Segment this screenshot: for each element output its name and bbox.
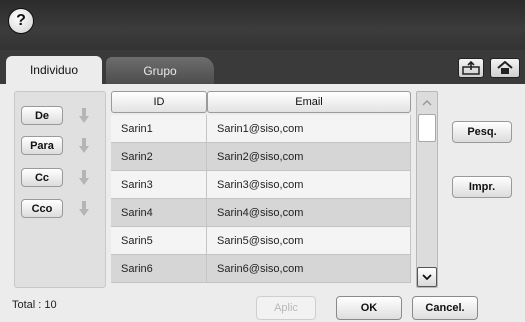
from-button[interactable]: De bbox=[21, 106, 63, 125]
scroll-down-button[interactable] bbox=[417, 267, 437, 287]
cell-email: Sarin6@siso,com bbox=[207, 255, 411, 282]
scroll-thumb[interactable] bbox=[418, 114, 436, 142]
tab-grupo[interactable]: Grupo bbox=[106, 57, 214, 84]
total-count: Total : 10 bbox=[12, 299, 57, 311]
table-row[interactable]: Sarin3 Sarin3@siso,com bbox=[111, 171, 411, 199]
tab-individuo[interactable]: Individuo bbox=[6, 56, 102, 84]
cell-id: Sarin6 bbox=[111, 255, 207, 282]
column-header-id[interactable]: ID bbox=[111, 91, 207, 113]
cc-button[interactable]: Cc bbox=[21, 168, 63, 187]
table-scrollbar[interactable] bbox=[416, 91, 438, 288]
cell-id: Sarin3 bbox=[111, 171, 207, 198]
cell-id: Sarin1 bbox=[111, 115, 207, 142]
arrow-down-icon bbox=[79, 108, 89, 123]
table-body: Sarin1 Sarin1@siso,com Sarin2 Sarin2@sis… bbox=[111, 115, 411, 283]
cell-email: Sarin3@siso,com bbox=[207, 171, 411, 198]
bcc-button[interactable]: Cco bbox=[21, 199, 63, 218]
home-icon bbox=[497, 61, 513, 74]
ok-button[interactable]: OK bbox=[336, 296, 402, 320]
chevron-up-icon bbox=[422, 99, 432, 106]
cancel-button[interactable]: Cancel. bbox=[412, 296, 478, 320]
cell-id: Sarin5 bbox=[111, 227, 207, 254]
table-row[interactable]: Sarin5 Sarin5@siso,com bbox=[111, 227, 411, 255]
cell-email: Sarin2@siso,com bbox=[207, 143, 411, 170]
print-button[interactable]: Impr. bbox=[452, 176, 512, 198]
table-row[interactable]: Sarin2 Sarin2@siso,com bbox=[111, 143, 411, 171]
recipient-selector: De Para Cc Cco bbox=[14, 91, 106, 288]
search-button[interactable]: Pesq. bbox=[452, 121, 512, 143]
main-panel: De Para Cc Cco ID Email Sarin1 Sarin1@si… bbox=[0, 84, 525, 322]
home-button[interactable] bbox=[490, 58, 520, 78]
chevron-down-icon bbox=[422, 273, 432, 280]
cell-email: Sarin4@siso,com bbox=[207, 199, 411, 226]
arrow-down-icon bbox=[79, 170, 89, 185]
help-icon[interactable]: ? bbox=[8, 8, 34, 34]
cell-email: Sarin1@siso,com bbox=[207, 115, 411, 142]
cell-email: Sarin5@siso,com bbox=[207, 227, 411, 254]
upload-icon bbox=[462, 61, 480, 75]
table-row[interactable]: Sarin1 Sarin1@siso,com bbox=[111, 115, 411, 143]
upload-button[interactable] bbox=[458, 58, 484, 78]
to-button[interactable]: Para bbox=[21, 136, 63, 155]
apply-button[interactable]: Aplic bbox=[256, 296, 316, 320]
table-header: ID Email bbox=[111, 91, 411, 113]
scroll-up-button[interactable] bbox=[417, 92, 437, 112]
table-row[interactable]: Sarin6 Sarin6@siso,com bbox=[111, 255, 411, 283]
cell-id: Sarin2 bbox=[111, 143, 207, 170]
address-book-screen: ? Individuo Grupo De Para Cc Cco ID Emai… bbox=[0, 0, 525, 322]
cell-id: Sarin4 bbox=[111, 199, 207, 226]
table-row[interactable]: Sarin4 Sarin4@siso,com bbox=[111, 199, 411, 227]
tab-row: Individuo Grupo bbox=[0, 50, 525, 84]
top-bar: ? bbox=[0, 0, 525, 50]
arrow-down-icon bbox=[79, 138, 89, 153]
address-table: ID Email Sarin1 Sarin1@siso,com Sarin2 S… bbox=[111, 91, 411, 288]
arrow-down-icon bbox=[79, 201, 89, 216]
column-header-email[interactable]: Email bbox=[207, 91, 411, 113]
